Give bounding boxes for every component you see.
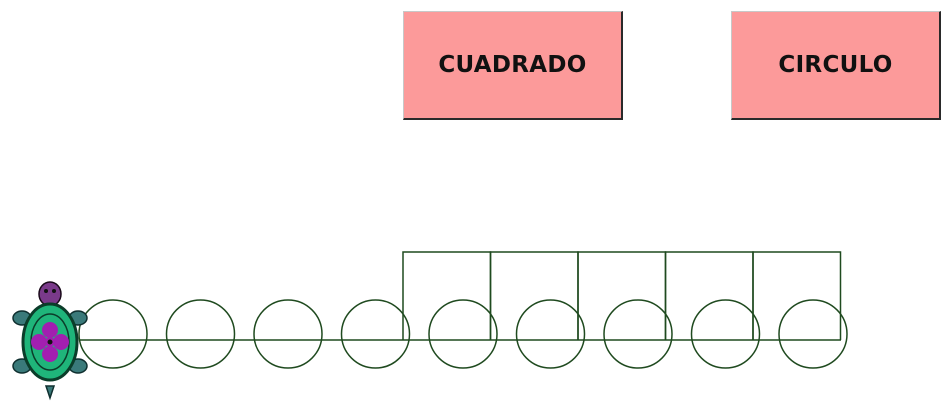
drawn-circle [165,299,236,369]
drawn-circle [428,299,498,369]
drawn-square [489,251,579,340]
drawn-circle [778,299,848,369]
drawn-circle [253,299,323,369]
drawn-square [402,251,492,340]
drawn-circle [515,299,586,369]
drawn-square [752,251,842,340]
circles-layer [78,299,848,369]
turtle-canvas: CUADRADO CIRCULO [0,0,941,404]
drawn-square [577,251,667,340]
drawn-circle [690,299,761,369]
turtle-drawing [12,251,848,401]
drawn-circle [340,299,411,369]
turtle-icon[interactable] [12,281,88,401]
drawn-circle [603,299,673,369]
squares-layer [79,251,842,341]
drawn-circle [78,299,148,369]
drawn-square [664,251,754,340]
